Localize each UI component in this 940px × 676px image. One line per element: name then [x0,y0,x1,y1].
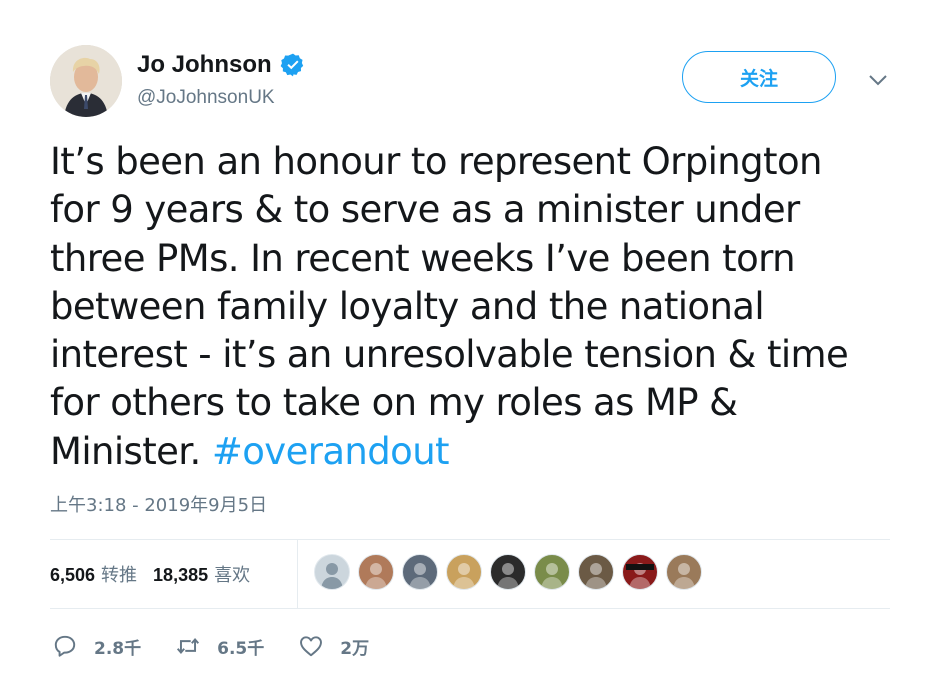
retweet-button[interactable]: 6.5千 [175,633,264,659]
tweet-text: It’s been an honour to represent Orpingt… [50,138,890,476]
like-button[interactable]: 2万 [298,633,369,659]
liker-avatars [314,554,710,590]
tweet-actions: 2.8千 6.5千 2万 [52,630,403,662]
tweet-timestamp[interactable]: 上午3:18 - 2019年9月5日 [50,494,267,518]
like-count: 2万 [340,638,370,659]
tweet-line: for 9 years & to serve as a minister und… [50,188,800,232]
reply-button[interactable]: 2.8千 [52,633,141,659]
engagement-stats: 6,506 转推 18,385 喜欢 [50,540,890,608]
author-name[interactable]: Jo Johnson [137,51,306,79]
likes-stat[interactable]: 18,385 喜欢 [153,561,250,587]
liker-avatar[interactable] [534,554,570,590]
retweets-stat[interactable]: 6,506 转推 [50,561,137,587]
divider [50,608,890,609]
tweet-line: interest - it’s an unresolvable tension … [50,333,849,377]
liker-avatar[interactable] [578,554,614,590]
tweet-line: between family loyalty and the national [50,284,765,328]
chevron-down-icon[interactable] [866,68,890,92]
likes-label: 喜欢 [214,565,251,586]
tweet-line: for others to take on my roles as MP & [50,381,738,425]
verified-badge-icon [280,53,303,77]
liker-avatar[interactable] [402,554,438,590]
tweet-card: Jo Johnson @JoJohnsonUK 关注 It’s been an … [0,0,940,676]
tweet-line: It’s been an honour to represent Orpingt… [50,140,822,183]
default-avatar-icon[interactable] [314,554,350,590]
follow-button[interactable]: 关注 [682,51,836,103]
stats-separator [297,540,298,608]
retweets-label: 转推 [101,565,138,586]
heart-icon [300,636,323,657]
retweet-icon [177,638,200,654]
hashtag-link[interactable]: #overandout [212,430,450,473]
author-handle[interactable]: @JoJohnsonUK [137,86,275,110]
author-display-name[interactable]: Jo Johnson [137,51,272,79]
tweet-line: Minister. [50,429,201,473]
liker-avatar[interactable] [446,554,482,590]
likes-count: 18,385 [153,565,209,585]
reply-icon [54,635,76,657]
author-avatar[interactable] [50,45,122,117]
tweet-line: three PMs. In recent weeks I’ve been tor… [50,236,796,280]
liker-avatar[interactable] [490,554,526,590]
retweet-count: 6.5千 [217,638,265,659]
liker-avatar[interactable] [622,554,658,590]
retweets-count: 6,506 [50,565,96,585]
reply-count: 2.8千 [94,638,142,659]
liker-avatar[interactable] [358,554,394,590]
liker-avatar[interactable] [666,554,702,590]
